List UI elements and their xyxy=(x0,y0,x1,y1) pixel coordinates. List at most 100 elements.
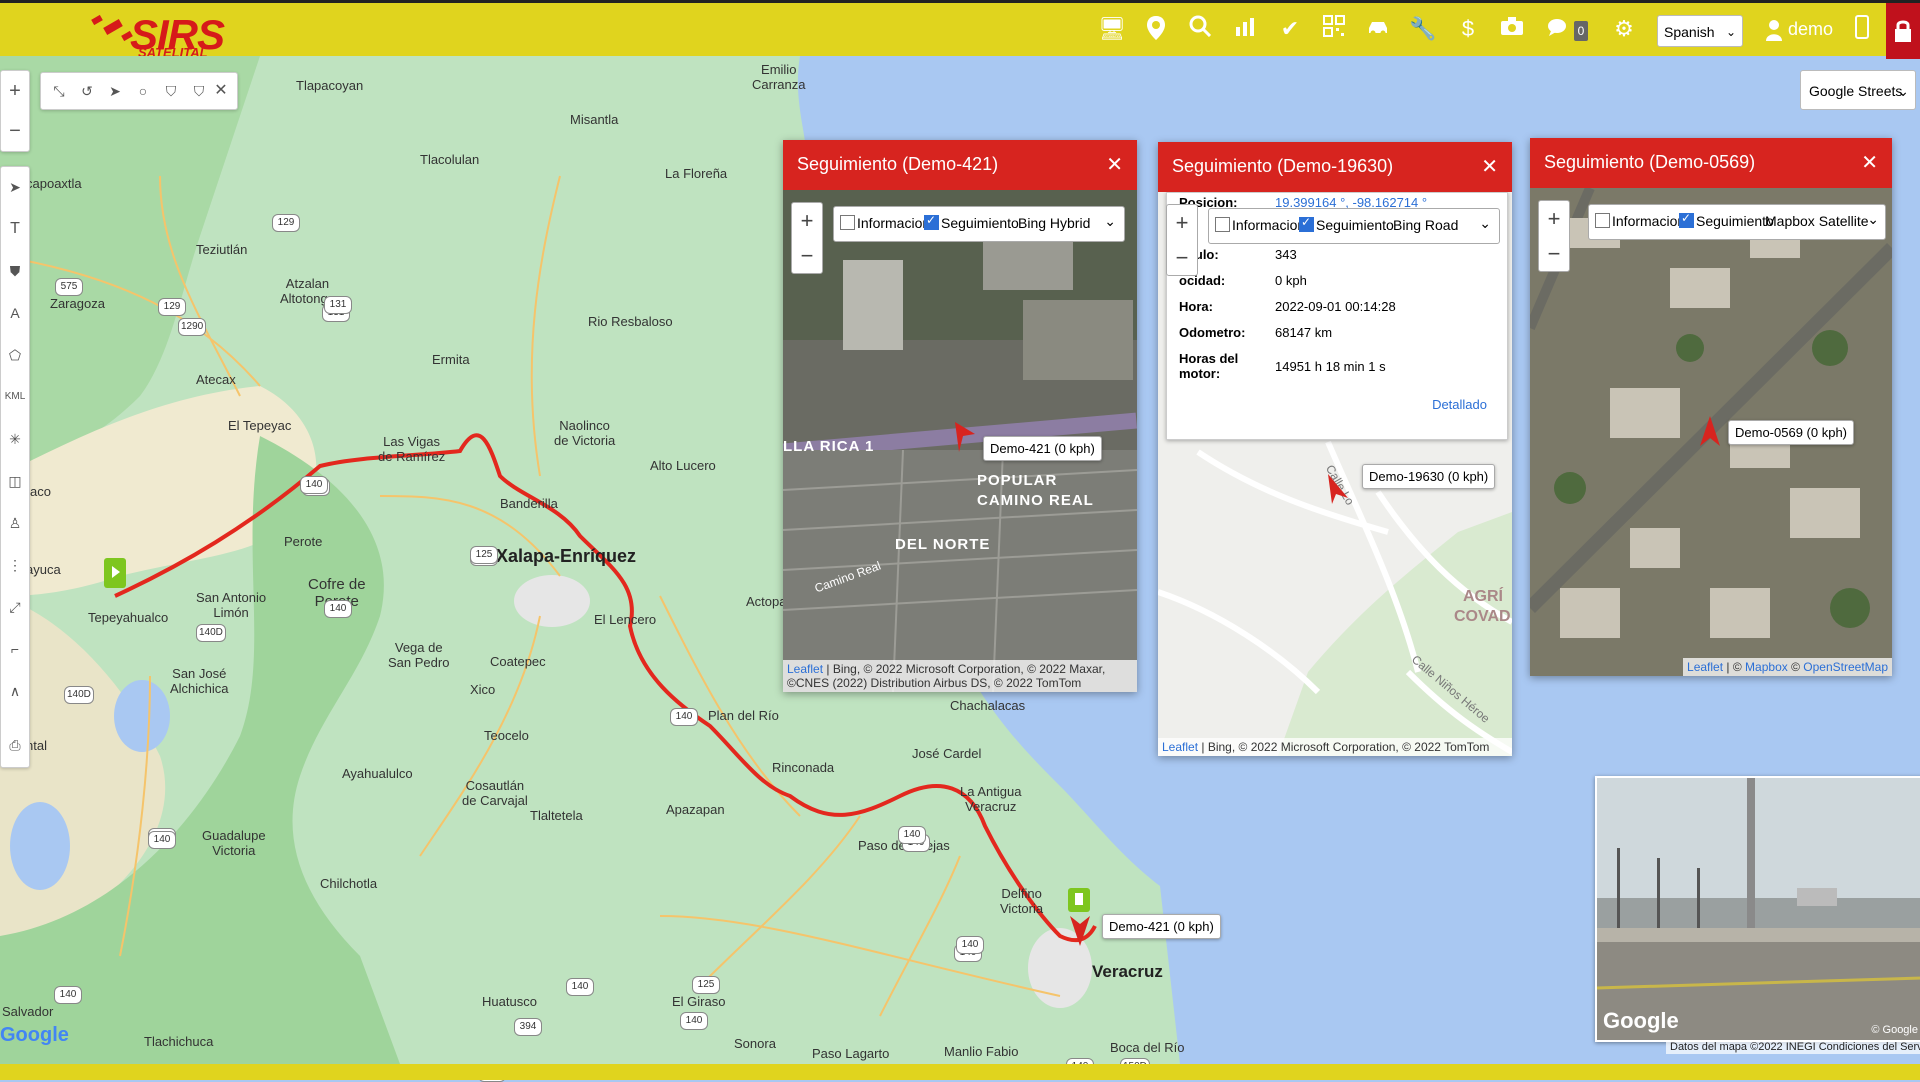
satellite-map[interactable]: + − Informacion Seguimiento Mapbox Satel… xyxy=(1530,188,1892,676)
zoom-out-button[interactable]: − xyxy=(1167,240,1197,275)
place-label: José Cardel xyxy=(912,746,982,761)
print-icon[interactable]: ⎙ xyxy=(1,729,29,761)
checkbox[interactable] xyxy=(1595,213,1610,228)
phone-icon[interactable] xyxy=(1848,15,1876,43)
leaflet-link[interactable]: Leaflet xyxy=(787,662,823,676)
zoom-out-button[interactable]: − xyxy=(1,115,29,147)
leaflet-link[interactable]: Leaflet xyxy=(1687,660,1723,674)
sparkle-icon[interactable]: ✳ xyxy=(1,423,29,455)
zoom-in-button[interactable]: + xyxy=(1539,201,1569,236)
info-checkbox[interactable]: Informacion xyxy=(1595,213,1685,229)
search-icon[interactable] xyxy=(1186,15,1214,43)
place-label: San Antonio Limón xyxy=(196,590,267,620)
layer-select[interactable]: Bing Road xyxy=(1393,217,1458,233)
font-icon[interactable]: A xyxy=(1,297,29,329)
polygon-icon[interactable]: ⬠ xyxy=(1,339,29,371)
chat-icon[interactable] xyxy=(1543,15,1571,43)
fullscreen-icon[interactable]: ⤡ xyxy=(45,75,73,107)
info-checkbox[interactable]: Informacion xyxy=(1215,217,1305,233)
place-label: Coatepec xyxy=(490,654,546,669)
highway-shield: 125 xyxy=(470,546,498,564)
info-checkbox[interactable]: Informacion xyxy=(840,215,930,231)
mapbox-link[interactable]: Mapbox xyxy=(1745,660,1788,674)
gear-icon[interactable]: ⚙ xyxy=(1610,15,1638,43)
place-label: Ayahualulco xyxy=(342,766,413,781)
monitor-icon[interactable]: 🖥 xyxy=(1098,15,1126,43)
kml-icon[interactable]: KML xyxy=(1,381,29,413)
google-brand: Google xyxy=(1603,1008,1679,1033)
user-name[interactable]: demo xyxy=(1788,19,1833,40)
vehicle-arrow-icon[interactable] xyxy=(1700,416,1720,451)
leaflet-link[interactable]: Leaflet xyxy=(1162,740,1198,754)
close-icon[interactable]: ✕ xyxy=(207,75,235,107)
road-map[interactable]: Posicion: 19.399164 °, -98.162714 ° ngulo… xyxy=(1158,192,1512,756)
start-marker[interactable] xyxy=(104,558,126,588)
lock-button[interactable] xyxy=(1886,3,1920,59)
user-icon[interactable] xyxy=(1766,19,1782,46)
place-label: Tepeyahualco xyxy=(88,610,169,625)
sirs-logo[interactable]: SIRS SATELITAL xyxy=(88,9,258,60)
traffic-icon[interactable]: ⋮ xyxy=(1,549,29,581)
checkbox-checked[interactable] xyxy=(1679,211,1694,228)
layer-select[interactable]: Bing Hybrid xyxy=(1018,215,1090,231)
end-marker[interactable] xyxy=(1068,888,1090,912)
vehicle-arrow-icon[interactable] xyxy=(955,422,975,457)
close-icon[interactable]: ✕ xyxy=(1861,150,1878,175)
check-icon[interactable]: ✔ xyxy=(1276,15,1304,43)
car-icon[interactable] xyxy=(1364,15,1392,43)
track-checkbox[interactable]: Seguimiento xyxy=(1299,215,1394,233)
place-label: Manlio Fabio xyxy=(944,1044,1019,1059)
ruler-icon[interactable]: ⌐ xyxy=(1,633,29,665)
shield-icon[interactable]: ⛉ xyxy=(157,75,185,107)
camera-small-icon[interactable]: ◫ xyxy=(1,465,29,497)
place-label: Banderilla xyxy=(500,496,558,511)
close-icon[interactable]: ✕ xyxy=(1481,154,1498,179)
vehicle-arrow-icon[interactable] xyxy=(1070,916,1090,951)
vehicle-arrow-icon[interactable] xyxy=(1328,474,1348,509)
navigate-icon[interactable]: ➤ xyxy=(1,171,29,203)
basemap-select[interactable]: Google Streets ⌄ xyxy=(1800,70,1916,110)
location-pin-icon[interactable] xyxy=(1142,15,1170,43)
map-credits[interactable]: Datos del mapa ©2022 INEGI Condiciones d… xyxy=(1666,1040,1920,1054)
map-attribution: Leaflet | © Mapbox © OpenStreetMap xyxy=(1683,658,1892,676)
bottom-bar xyxy=(0,1064,1920,1080)
layer-bar: Informacion Seguimiento Mapbox Satellite… xyxy=(1588,204,1886,240)
zoom-out-button[interactable]: − xyxy=(792,238,822,273)
place-label: aco xyxy=(30,484,51,499)
undo-icon[interactable]: ↺ xyxy=(73,75,101,107)
osm-link[interactable]: OpenStreetMap xyxy=(1803,660,1888,674)
zoom-out-button[interactable]: − xyxy=(1539,236,1569,271)
satellite-map[interactable]: + − Informacion Seguimiento Bing Hybrid … xyxy=(783,190,1137,692)
place-label: Rinconada xyxy=(772,760,835,775)
path-icon[interactable]: ∧ xyxy=(1,675,29,707)
track-checkbox[interactable]: Seguimiento xyxy=(924,213,1019,231)
circle-icon[interactable]: ○ xyxy=(129,75,157,107)
checkbox-checked[interactable] xyxy=(1299,215,1314,232)
place-label: capoaxtla xyxy=(26,176,82,191)
text-icon[interactable]: T xyxy=(1,213,29,245)
checkbox[interactable] xyxy=(1215,217,1230,232)
wrench-icon[interactable]: 🔧 xyxy=(1409,15,1437,43)
checkbox-checked[interactable] xyxy=(924,213,939,230)
chevron-down-icon: ⌄ xyxy=(1897,83,1909,99)
layer-select[interactable]: Mapbox Satellite xyxy=(1765,213,1869,229)
detail-link[interactable]: Detallado xyxy=(1432,397,1487,412)
chart-icon[interactable] xyxy=(1231,15,1259,43)
street-view-panel[interactable]: Google © Google xyxy=(1595,776,1920,1042)
zoom-in-button[interactable]: + xyxy=(1,75,29,107)
zoom-in-button[interactable]: + xyxy=(792,203,822,238)
camera-icon[interactable] xyxy=(1498,15,1526,43)
zoom-in-button[interactable]: + xyxy=(1167,205,1197,240)
pointer-icon[interactable]: ➤ xyxy=(101,75,129,107)
track-checkbox[interactable]: Seguimiento xyxy=(1679,211,1774,229)
shield-check-icon[interactable]: ⛊ xyxy=(1,255,29,287)
dollar-icon[interactable]: $ xyxy=(1454,15,1482,43)
close-icon[interactable]: ✕ xyxy=(1106,152,1123,177)
person-icon[interactable]: ♙ xyxy=(1,507,29,539)
checkbox[interactable] xyxy=(840,215,855,230)
place-label: Plan del Río xyxy=(708,708,779,723)
language-select[interactable]: Spanish ⌄ xyxy=(1657,15,1743,47)
qr-code-icon[interactable] xyxy=(1320,15,1348,43)
expand-icon[interactable]: ⤢ xyxy=(1,591,29,623)
street-label: LLA RICA 1 xyxy=(783,438,875,455)
